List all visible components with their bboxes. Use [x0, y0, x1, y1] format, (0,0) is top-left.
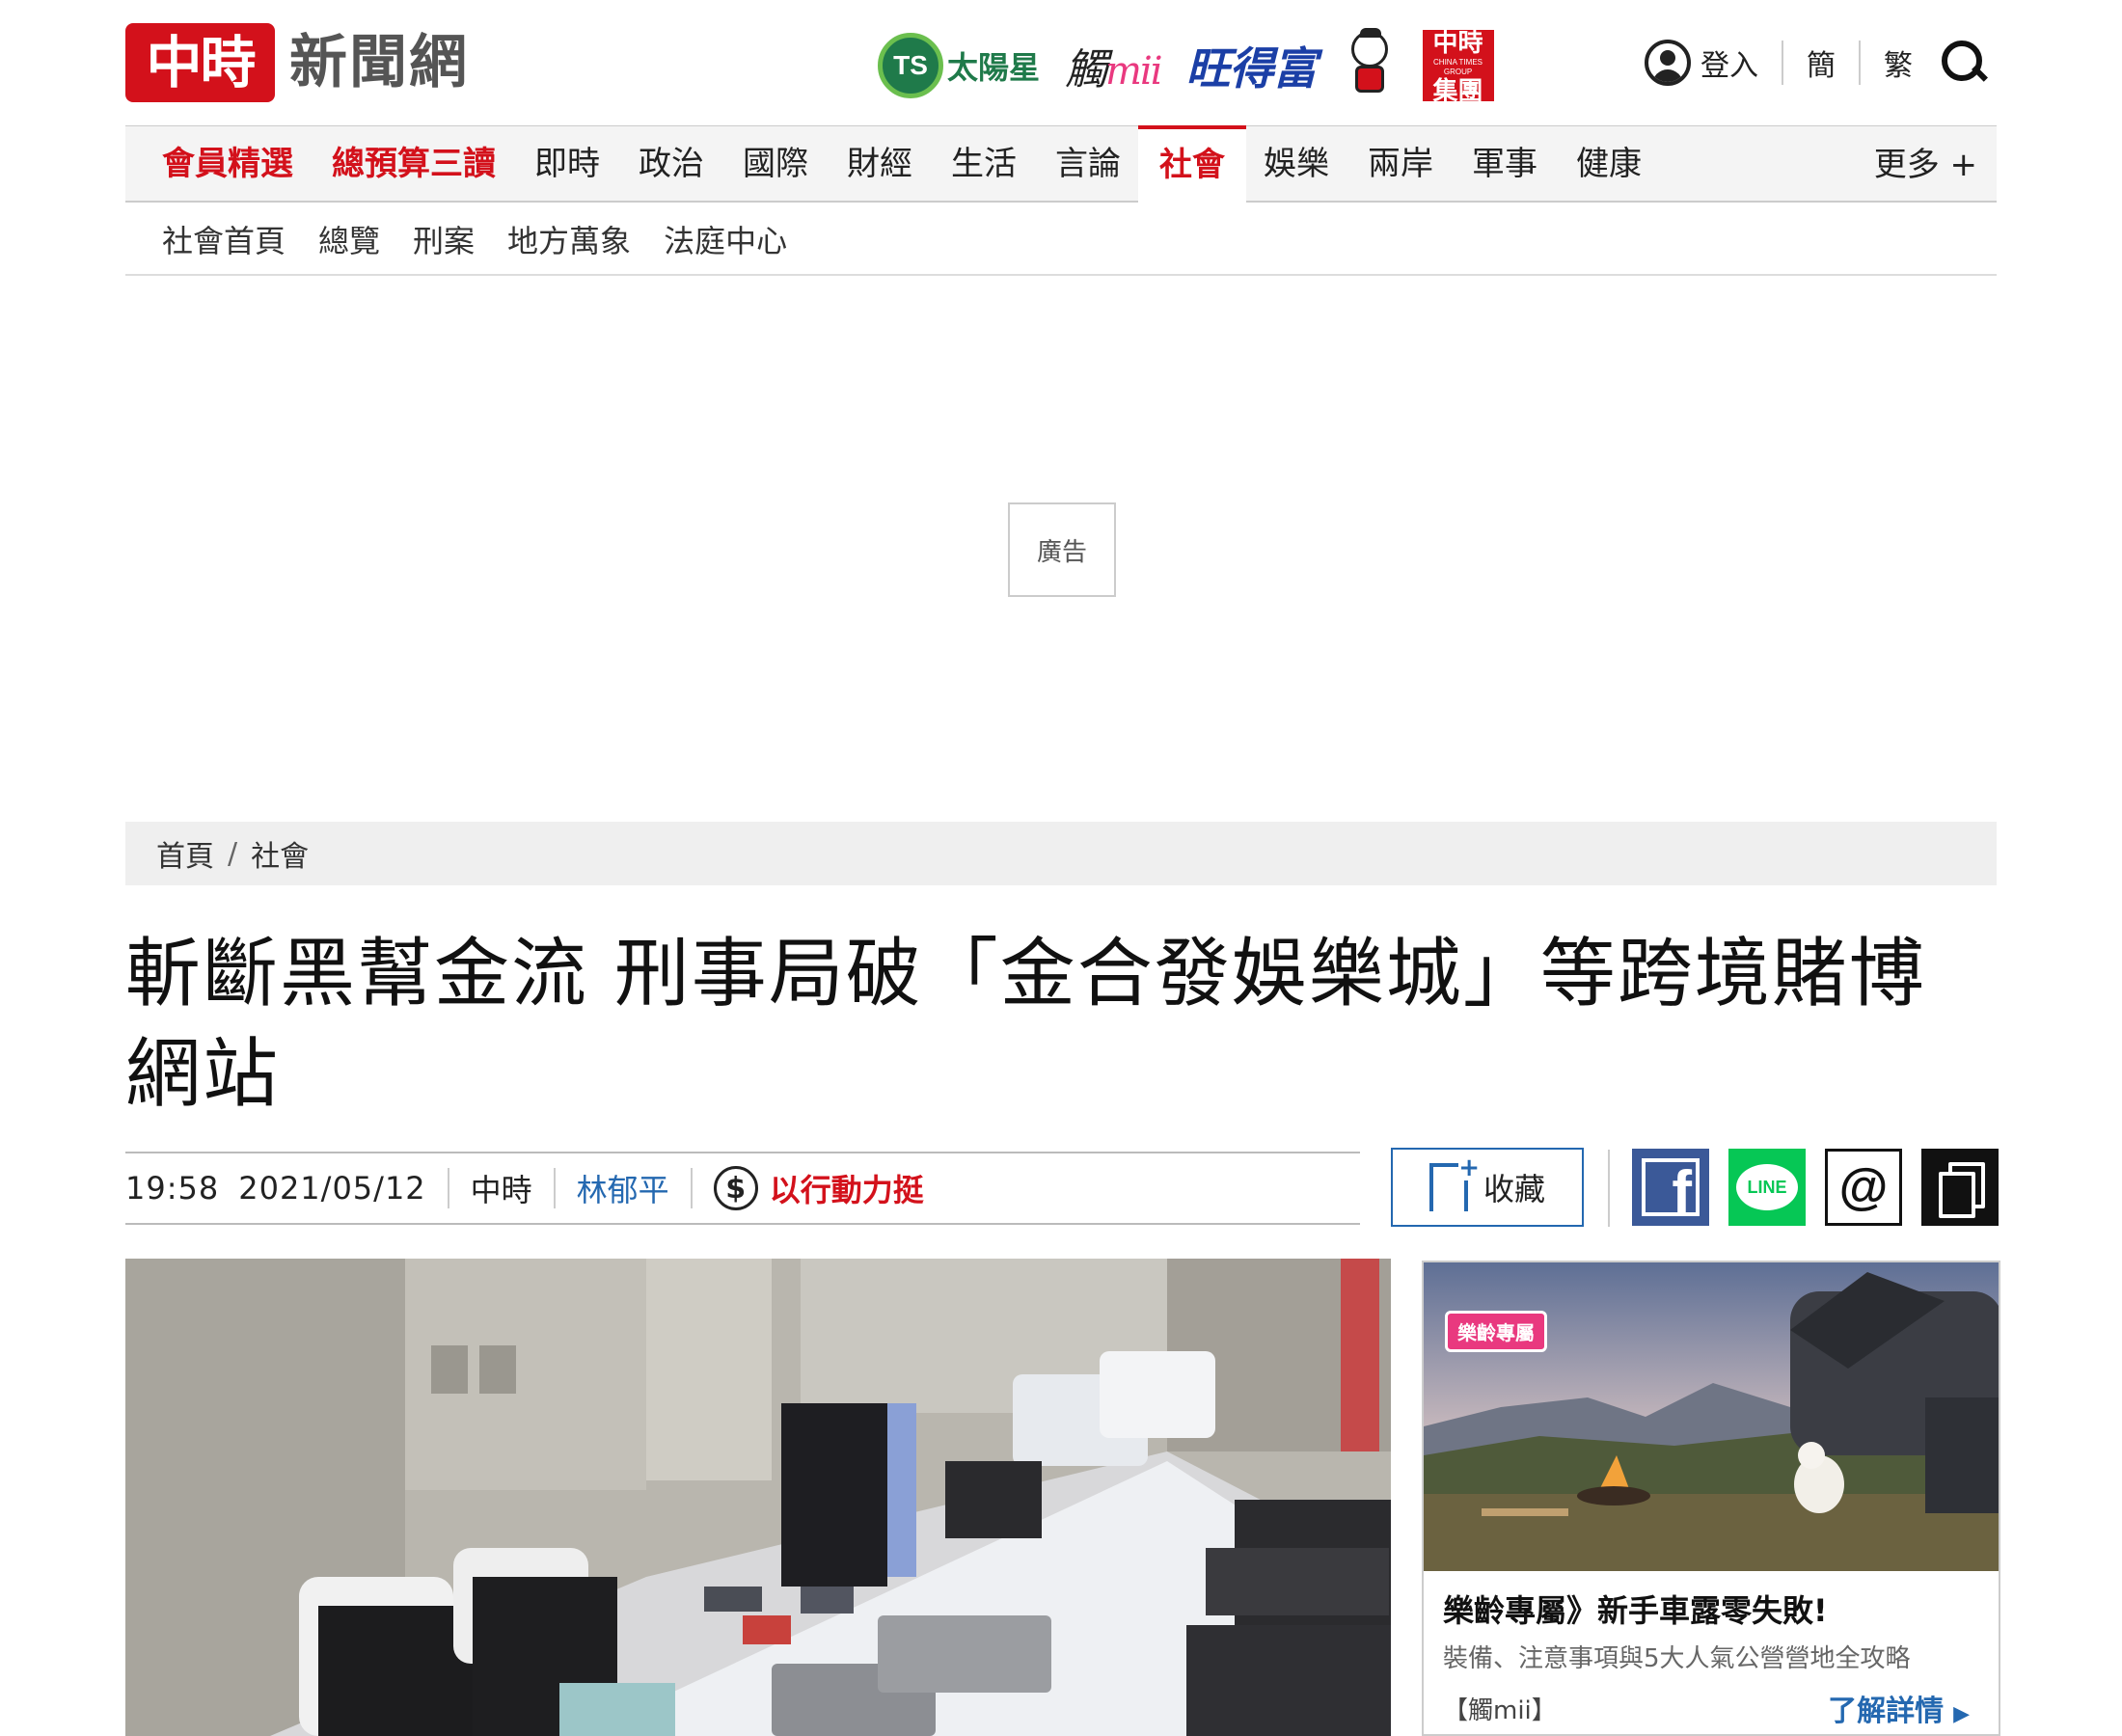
sponsored-card-image: 樂齡專屬	[1424, 1262, 1999, 1571]
support-link[interactable]: 以行動力挺	[770, 1166, 924, 1210]
nav-item-world[interactable]: 國際	[743, 125, 808, 203]
main-nav: 會員精選 總預算三讀 即時 政治 國際 財經 生活 言論 社會 娛樂 兩岸 軍事…	[125, 124, 1997, 203]
search-icon[interactable]	[1940, 39, 1988, 87]
divider	[1859, 41, 1861, 85]
divider	[690, 1168, 693, 1208]
sub-nav-overview[interactable]: 總覽	[318, 217, 380, 261]
login-link[interactable]: 登入	[1700, 41, 1758, 84]
divider	[553, 1168, 556, 1208]
nav-item-health[interactable]: 健康	[1576, 125, 1642, 203]
breadcrumb-home[interactable]: 首頁	[156, 832, 214, 875]
group-logo-bottom: 集團	[1432, 77, 1483, 106]
sponsored-title[interactable]: 樂齡專屬》新手車露零失敗!	[1443, 1587, 1828, 1631]
facebook-icon: f	[1642, 1158, 1700, 1224]
article-source: 中時	[470, 1172, 532, 1208]
nav-item-life[interactable]: 生活	[951, 125, 1017, 203]
ad-placeholder: 廣告	[1008, 502, 1116, 597]
brand-mii-suffix: mii	[1105, 49, 1162, 94]
article-author-link[interactable]: 林郁平	[577, 1166, 669, 1210]
nav-item-politics[interactable]: 政治	[639, 125, 704, 203]
taiyang-logo-icon: TS	[878, 33, 943, 98]
sub-nav-criminal[interactable]: 刑案	[413, 217, 475, 261]
nav-item-member[interactable]: 會員精選	[162, 125, 293, 203]
nav-item-society[interactable]: 社會	[1138, 124, 1246, 203]
article-meta: 19:58 2021/05/12 中時 林郁平 $ 以行動力挺	[125, 1152, 1360, 1225]
nav-item-finance[interactable]: 財經	[847, 125, 912, 203]
copy-link-button[interactable]	[1921, 1149, 1999, 1226]
breadcrumb-current[interactable]: 社會	[251, 832, 309, 875]
learn-more-label: 了解詳情	[1828, 1695, 1945, 1728]
article-title: 斬斷黑幫金流 刑事局破「金合發娛樂城」等跨境賭博網站	[125, 931, 1926, 1118]
camping-scene-drawing	[1424, 1262, 1999, 1571]
breadcrumb: 首頁 / 社會	[125, 822, 1997, 885]
want-want-mascot-icon[interactable]	[1342, 28, 1398, 100]
breadcrumb-separator: /	[228, 836, 238, 871]
article-date: 2021/05/12	[238, 1170, 426, 1207]
sponsored-description: 裝備、注意事項與5大人氣公營營地全攻略	[1443, 1644, 1911, 1673]
user-icon[interactable]	[1645, 40, 1691, 86]
article-time: 19:58	[125, 1170, 220, 1207]
lang-traditional-link[interactable]: 繁	[1884, 41, 1913, 84]
brand-taiyang-label: 太陽星	[947, 49, 1041, 86]
learn-more-link[interactable]: 了解詳情 ▶	[1828, 1687, 1970, 1729]
lang-simplified-link[interactable]: 簡	[1807, 41, 1836, 84]
article-photo[interactable]	[125, 1259, 1391, 1736]
nav-item-opinion[interactable]: 言論	[1055, 125, 1121, 203]
save-button[interactable]: + 收藏	[1391, 1148, 1584, 1227]
brand-mii-label: 觸	[1065, 45, 1107, 95]
logo-chinatimes[interactable]: 中時	[125, 23, 275, 102]
sub-nav-court[interactable]: 法庭中心	[664, 217, 787, 261]
nav-item-cross-strait[interactable]: 兩岸	[1368, 125, 1433, 203]
sub-nav-society-home[interactable]: 社會首頁	[162, 217, 286, 261]
sponsored-source: 【觸mii】	[1443, 1696, 1557, 1725]
share-facebook-button[interactable]: f	[1632, 1149, 1709, 1226]
nav-item-entertainment[interactable]: 娛樂	[1264, 125, 1329, 203]
brand-mii-link[interactable]: 觸mii	[1065, 35, 1162, 96]
share-threads-button[interactable]: @	[1825, 1149, 1902, 1226]
threads-icon: @	[1838, 1159, 1889, 1215]
nav-item-military[interactable]: 軍事	[1472, 125, 1537, 203]
divider	[447, 1168, 449, 1208]
user-tools: 登入 簡 繁	[1645, 29, 1988, 96]
bookmark-icon: +	[1428, 1155, 1480, 1221]
sponsored-card[interactable]: 樂齡專屬 樂齡專屬》新手車露零失敗! 裝備、注意事項與5大人氣公營營地全攻略 【…	[1422, 1261, 2000, 1736]
sponsored-badge: 樂齡專屬	[1445, 1311, 1547, 1352]
group-logo-top: 中時	[1432, 29, 1483, 58]
copy-icon	[1939, 1162, 1985, 1218]
line-icon: LINE	[1736, 1164, 1798, 1210]
partner-brands: TS 太陽星 觸mii 旺得富 中時 CHINA TIMES GROUP 集團	[878, 28, 1494, 106]
sub-nav: 社會首頁 總覽 刑案 地方萬象 法庭中心	[125, 204, 1997, 276]
article-photo-drawing	[125, 1259, 1391, 1736]
logo-news-network[interactable]: 新聞網	[289, 25, 469, 100]
brand-taiyang-link[interactable]: TS 太陽星	[878, 33, 1040, 98]
share-line-button[interactable]: LINE	[1728, 1149, 1806, 1226]
save-label: 收藏	[1483, 1171, 1545, 1207]
nav-item-realtime[interactable]: 即時	[534, 125, 600, 203]
nav-more-button[interactable]: 更多 +	[1874, 126, 1977, 203]
divider	[1608, 1150, 1610, 1227]
chinatimes-group-logo[interactable]: 中時 CHINA TIMES GROUP 集團	[1422, 29, 1494, 106]
group-logo-small: CHINA TIMES GROUP	[1433, 58, 1483, 76]
chevron-right-icon: ▶	[1953, 1702, 1970, 1726]
brand-want-link[interactable]: 旺得富	[1186, 34, 1318, 97]
sub-nav-local[interactable]: 地方萬象	[507, 217, 631, 261]
divider	[1782, 41, 1783, 85]
nav-item-budget[interactable]: 總預算三讀	[332, 125, 496, 203]
dollar-icon[interactable]: $	[713, 1166, 758, 1210]
